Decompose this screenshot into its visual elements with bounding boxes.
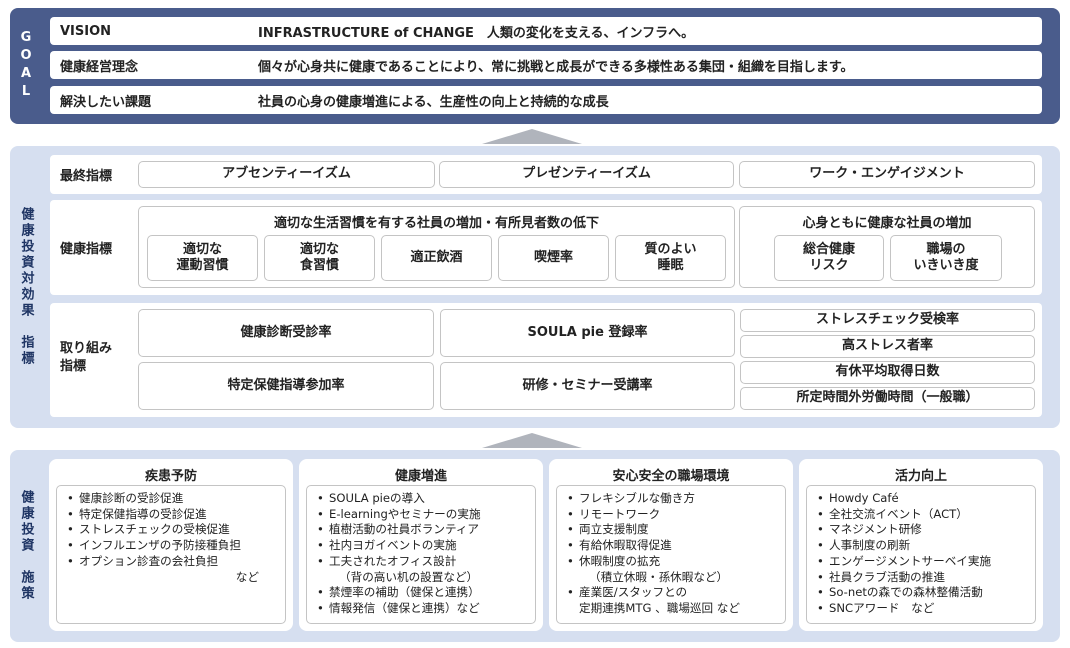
up-arrow-top bbox=[482, 129, 582, 144]
list-item: • ストレスチェックの受検促進 bbox=[67, 522, 230, 537]
measures-side-label: 健康投資 施策 bbox=[18, 490, 34, 602]
moderate-drinking-box: 適正飲酒 bbox=[381, 235, 492, 281]
list-item: • リモートワーク bbox=[567, 506, 661, 521]
list-item: • フレキシブルな働き方 bbox=[567, 491, 695, 505]
soula-registration-box: SOULA pie 登録率 bbox=[440, 309, 735, 357]
workplace-vitality-line2: いきいき度 bbox=[913, 258, 979, 273]
final-indicator-label: 最終指標 bbox=[60, 169, 113, 184]
list-item: • マネジメント研修 bbox=[817, 522, 922, 537]
effort-label-line2: 指標 bbox=[60, 359, 87, 374]
list-item: • SOULA pieの導入 bbox=[317, 491, 425, 505]
list-item: • 有給休暇取得促進 bbox=[567, 538, 672, 553]
up-arrow-bottom bbox=[482, 433, 582, 448]
health-promotion-title: 健康増進 bbox=[394, 469, 447, 484]
health-promotion-list: • SOULA pieの導入 • E-learningやセミナーの実施 • 植樹活動の… bbox=[306, 485, 536, 624]
list-item-continuation: （背の高い机の設置など） bbox=[339, 569, 479, 584]
vitality-list: • Howdy Café • 全社交流イベント（ACT） • マネジメント研修 • 人事… bbox=[806, 485, 1036, 624]
list-item: • 全社交流イベント（ACT） bbox=[817, 506, 968, 521]
list-item: • 禁煙率の補助（健保と連携） bbox=[317, 585, 480, 600]
effect-side-label: 健康投資対効果 指標 bbox=[18, 207, 34, 367]
list-item: • 社員クラブ活動の推進 bbox=[817, 569, 945, 584]
list-item-continuation: （積立休暇・孫休暇など） bbox=[589, 569, 729, 584]
philosophy-value: 個々が心身共に健康であることにより、常に挑戦と成長ができる多様性ある集団・組織を… bbox=[258, 59, 854, 75]
paid-leave-days-box: 有休平均取得日数 bbox=[740, 361, 1035, 384]
list-item: • エンゲージメントサーベイ実施 bbox=[817, 553, 992, 568]
list-item: • 休暇制度の拡充 bbox=[567, 553, 661, 568]
diet-habit-line2: 食習慣 bbox=[299, 258, 339, 273]
issue-value: 社員の心身の健康増進による、生産性の向上と持続的な成長 bbox=[258, 94, 609, 110]
safe-workplace-title: 安心安全の職場環境 bbox=[612, 469, 730, 484]
workplace-vitality-box: 職場の いきいき度 bbox=[890, 235, 1002, 281]
list-item: • 健康診断の受診促進 bbox=[67, 491, 184, 505]
list-item: • 産業医/スタッフとの bbox=[567, 585, 688, 600]
vision-row: VISION INFRASTRUCTURE of CHANGE 人類の変化を支え… bbox=[50, 17, 1042, 45]
exercise-habit-line2: 運動習慣 bbox=[176, 258, 229, 273]
wellbeing-group-title: 心身ともに健康な社員の増加 bbox=[802, 216, 972, 231]
disease-prevention-title: 疾患予防 bbox=[144, 469, 197, 484]
safe-workplace-list: • フレキシブルな働き方 • リモートワーク • 両立支援制度 • 有給休暇取得促進 •… bbox=[556, 485, 786, 624]
total-health-risk-box: 総合健康 リスク bbox=[774, 235, 884, 281]
work-engagement-box: ワーク・エンゲイジメント bbox=[739, 161, 1035, 188]
effort-indicator-label: 取り組み 指標 bbox=[60, 340, 112, 376]
health-indicator-label: 健康指標 bbox=[60, 242, 113, 257]
sleep-quality-box: 質のよい 睡眠 bbox=[615, 235, 726, 281]
disease-prevention-tail: など bbox=[235, 569, 259, 584]
overtime-hours-box: 所定時間外労働時間（一般職） bbox=[740, 387, 1035, 410]
effort-label-line1: 取り組み bbox=[60, 341, 113, 356]
total-health-risk-line2: リスク bbox=[809, 258, 849, 273]
lifestyle-group-title: 適切な生活習慣を有する社員の増加・有所見者数の低下 bbox=[273, 216, 599, 231]
list-item-continuation: 定期連携MTG 、職場巡回 など bbox=[579, 600, 740, 615]
sleep-quality-line1: 質のよい bbox=[644, 241, 697, 257]
list-item: • 社内ヨガイベントの実施 bbox=[317, 538, 457, 553]
list-item: • 情報発信（健保と連携）など bbox=[317, 600, 480, 615]
list-item: • So-netの森での森林整備活動 bbox=[817, 585, 983, 600]
list-item: • 人事制度の刷新 bbox=[817, 538, 911, 553]
workplace-vitality-line1: 職場の bbox=[926, 241, 966, 257]
vision-value: INFRASTRUCTURE of CHANGE 人類の変化を支える、インフラへ… bbox=[258, 25, 695, 41]
list-item: • E-learningやセミナーの実施 bbox=[317, 506, 481, 521]
philosophy-label: 健康経営理念 bbox=[60, 59, 139, 75]
diet-habit-line1: 適切な bbox=[299, 241, 339, 257]
list-item: • SNCアワード など bbox=[817, 600, 935, 615]
list-item: • 植樹活動の社員ボランティア bbox=[317, 522, 480, 537]
checkup-rate-box: 健康診断受診率 bbox=[138, 309, 434, 357]
absenteeism-box: アブセンティーイズム bbox=[138, 161, 435, 188]
exercise-habit-box: 適切な 運動習慣 bbox=[147, 235, 258, 281]
vitality-title: 活力向上 bbox=[894, 469, 947, 484]
philosophy-row: 健康経営理念 個々が心身共に健康であることにより、常に挑戦と成長ができる多様性あ… bbox=[50, 51, 1042, 79]
list-item: • 特定保健指導の受診促進 bbox=[67, 506, 207, 521]
disease-prevention-list: • 健康診断の受診促進 • 特定保健指導の受診促進 • ストレスチェックの受検促進 •… bbox=[56, 485, 286, 624]
exercise-habit-line1: 適切な bbox=[182, 241, 222, 257]
issue-row: 解決したい課題 社員の心身の健康増進による、生産性の向上と持続的な成長 bbox=[50, 86, 1042, 114]
total-health-risk-line1: 総合健康 bbox=[802, 241, 855, 257]
vision-label: VISION bbox=[60, 23, 112, 39]
diet-habit-box: 適切な 食習慣 bbox=[264, 235, 375, 281]
sleep-quality-line2: 睡眠 bbox=[657, 258, 684, 273]
smoking-rate-text: 喫煙率 bbox=[533, 249, 573, 265]
list-item: • オプション診査の会社負担 bbox=[67, 553, 219, 568]
list-item: • 両立支援制度 bbox=[567, 522, 649, 537]
smoking-rate-box: 喫煙率 bbox=[498, 235, 609, 281]
stress-check-rate-box: ストレスチェック受検率 bbox=[740, 309, 1035, 332]
presenteeism-box: プレゼンティーイズム bbox=[439, 161, 734, 188]
moderate-drinking-text: 適正飲酒 bbox=[410, 249, 463, 265]
specific-guidance-rate-box: 特定保健指導参加率 bbox=[138, 362, 434, 410]
list-item: • Howdy Café bbox=[817, 491, 899, 505]
training-attendance-box: 研修・セミナー受講率 bbox=[440, 362, 735, 410]
list-item: • 工夫されたオフィス設計 bbox=[317, 553, 457, 568]
issue-label: 解決したい課題 bbox=[60, 94, 152, 110]
goal-side-label: GOAL bbox=[18, 30, 34, 102]
high-stress-rate-box: 高ストレス者率 bbox=[740, 335, 1035, 358]
list-item: • インフルエンザの予防接種負担 bbox=[67, 538, 241, 553]
